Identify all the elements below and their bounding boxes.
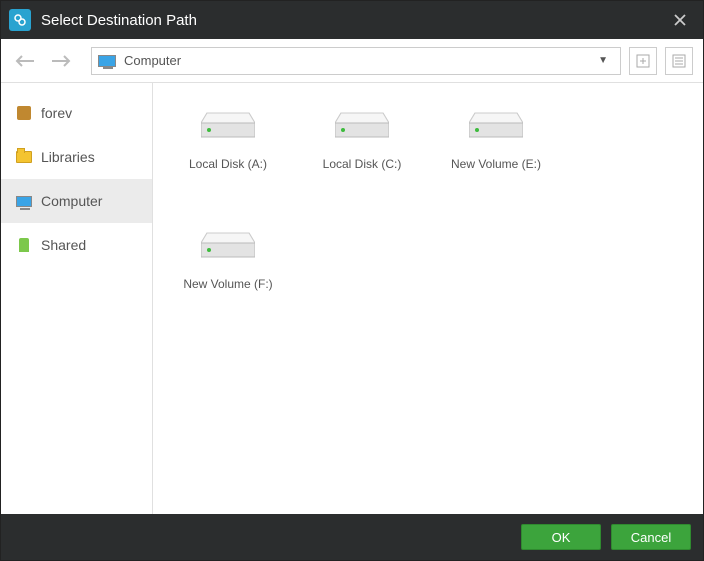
dialog-window: Select Destination Path Computer ▼ for (0, 0, 704, 561)
computer-icon (98, 55, 116, 67)
sidebar-item-libraries[interactable]: Libraries (1, 135, 152, 179)
app-icon (9, 9, 31, 31)
user-folder-icon (15, 104, 33, 122)
sidebar-item-label: Shared (41, 237, 86, 253)
computer-icon (15, 192, 33, 210)
forward-button[interactable] (47, 47, 75, 75)
path-dropdown[interactable]: Computer ▼ (91, 47, 621, 75)
drive-icon (201, 227, 255, 261)
dialog-title: Select Destination Path (41, 12, 197, 29)
shared-icon (15, 236, 33, 254)
drive-label: Local Disk (A:) (189, 157, 267, 171)
dialog-body: forev Libraries Computer Shared Local Di… (1, 83, 703, 514)
new-folder-button[interactable] (629, 47, 657, 75)
drive-icon (469, 107, 523, 141)
ok-button[interactable]: OK (521, 524, 601, 550)
view-mode-button[interactable] (665, 47, 693, 75)
drive-grid: Local Disk (A:) Local Disk (C:) New Volu… (153, 83, 703, 514)
path-label: Computer (124, 53, 181, 68)
libraries-icon (15, 148, 33, 166)
chevron-down-icon: ▼ (598, 55, 608, 66)
drive-label: New Volume (E:) (451, 157, 541, 171)
drive-item[interactable]: New Volume (E:) (431, 103, 561, 213)
sidebar: forev Libraries Computer Shared (1, 83, 153, 514)
drive-icon (201, 107, 255, 141)
sidebar-item-label: Libraries (41, 149, 95, 165)
drive-label: Local Disk (C:) (323, 157, 402, 171)
nav-bar: Computer ▼ (1, 39, 703, 83)
drive-label: New Volume (F:) (183, 277, 272, 291)
sidebar-item-label: Computer (41, 193, 102, 209)
sidebar-item-computer[interactable]: Computer (1, 179, 152, 223)
close-button[interactable] (665, 5, 695, 35)
cancel-button[interactable]: Cancel (611, 524, 691, 550)
close-icon (673, 13, 687, 27)
sidebar-item-label: forev (41, 105, 72, 121)
back-button[interactable] (11, 47, 39, 75)
drive-item[interactable]: Local Disk (C:) (297, 103, 427, 213)
title-bar: Select Destination Path (1, 1, 703, 39)
list-icon (672, 54, 686, 68)
sidebar-item-shared[interactable]: Shared (1, 223, 152, 267)
drive-item[interactable]: Local Disk (A:) (163, 103, 293, 213)
sidebar-item-user[interactable]: forev (1, 91, 152, 135)
footer: OK Cancel (1, 514, 703, 560)
drive-icon (335, 107, 389, 141)
arrow-left-icon (14, 53, 36, 69)
drive-item[interactable]: New Volume (F:) (163, 223, 293, 333)
arrow-right-icon (50, 53, 72, 69)
plus-box-icon (636, 54, 650, 68)
